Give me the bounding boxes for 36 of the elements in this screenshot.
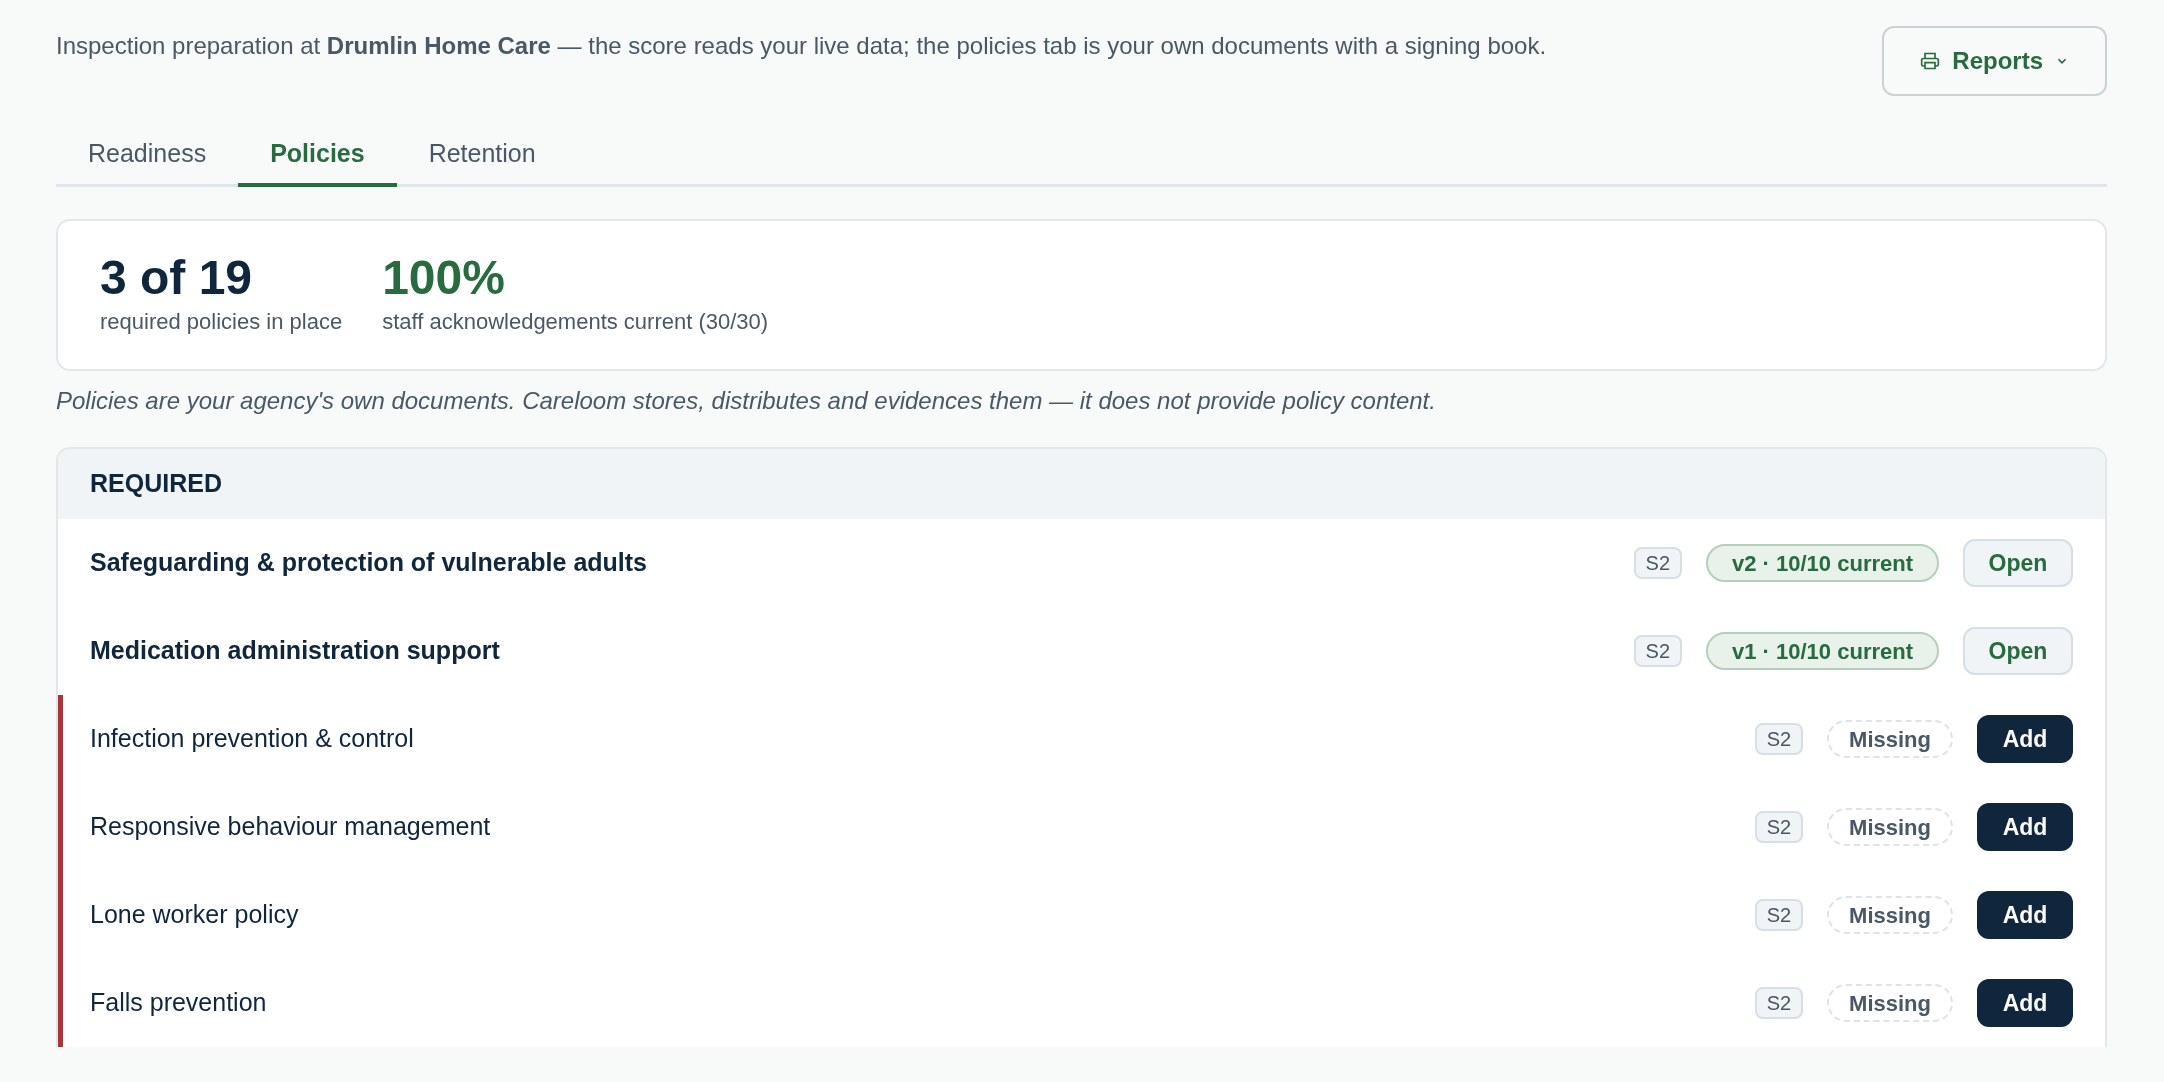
- section-tag: S2: [1754, 723, 1804, 755]
- tab[interactable]: Policies: [238, 124, 397, 187]
- printer-icon: [1920, 51, 1941, 71]
- section-tag: S2: [1754, 987, 1804, 1019]
- section-title: REQUIRED: [90, 468, 222, 500]
- section-tag: S2: [1633, 635, 1682, 667]
- add-button[interactable]: Add: [1977, 803, 2073, 851]
- open-button[interactable]: Open: [1963, 627, 2073, 675]
- add-button[interactable]: Add: [1977, 715, 2073, 763]
- policy-title: Responsive behaviour management: [90, 811, 492, 843]
- tab[interactable]: Retention: [396, 124, 568, 187]
- add-button[interactable]: Add: [1977, 891, 2073, 939]
- stat-value: 100%: [382, 252, 506, 305]
- status-pill: v1 · 10/10 current: [1706, 632, 1939, 670]
- section-tag: S2: [1633, 547, 1682, 579]
- missing-badge: Missing: [1827, 984, 1953, 1022]
- policy-title: Lone worker policy: [90, 899, 300, 931]
- intro-text: Inspection preparation at Drumlin Home Care — the score reads your live data; the policies tab is your own documents with a signing book.: [56, 31, 1547, 61]
- note-text: Policies are your agency's own documents. Careloom stores, distributes and evidences them — it does not provide policy content.: [56, 386, 1437, 416]
- add-button[interactable]: Add: [1977, 979, 2073, 1027]
- policy-title: Safeguarding & protection of vulnerable adults: [90, 547, 648, 579]
- missing-badge: Missing: [1827, 896, 1953, 934]
- section-tag: S2: [1754, 899, 1804, 931]
- stat-caption: required policies in place: [100, 307, 343, 336]
- section-tag: S2: [1754, 811, 1804, 843]
- policy-title: Falls prevention: [90, 987, 268, 1019]
- policy-title: Medication administration support: [90, 635, 501, 667]
- missing-badge: Missing: [1827, 808, 1953, 846]
- status-pill: v2 · 10/10 current: [1706, 544, 1939, 582]
- reports-button[interactable]: Reports: [1882, 26, 2107, 96]
- stat-value: 3 of 19: [100, 252, 254, 305]
- stat-caption: staff acknowledgements current (30/30): [382, 307, 769, 336]
- tab[interactable]: Readiness: [56, 124, 239, 187]
- open-button[interactable]: Open: [1963, 539, 2073, 587]
- missing-badge: Missing: [1827, 720, 1953, 758]
- policy-title: Infection prevention & control: [90, 723, 415, 755]
